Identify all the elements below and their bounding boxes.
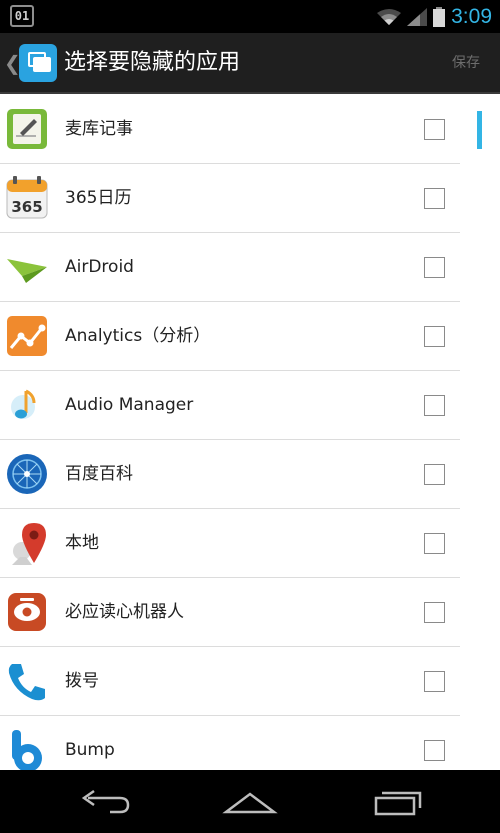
back-arrow-icon[interactable]: [74, 788, 134, 816]
globe-icon: [7, 454, 47, 494]
app-name: 麦库记事: [65, 119, 133, 139]
hide-checkbox[interactable]: [424, 671, 445, 692]
app-name: Audio Manager: [65, 395, 194, 415]
hide-checkbox[interactable]: [424, 740, 445, 761]
map-pin-icon: [12, 523, 46, 565]
home-icon[interactable]: [220, 788, 280, 816]
app-name: Analytics（分析）: [65, 326, 211, 346]
action-bar: ❮ 选择要隐藏的应用 保存: [0, 33, 500, 94]
notification-badge: 01: [10, 5, 34, 27]
hide-checkbox[interactable]: [424, 188, 445, 209]
navigation-bar: [0, 770, 500, 833]
bump-icon: [12, 730, 42, 770]
notes-icon: [7, 109, 47, 149]
wifi-icon: [377, 8, 402, 25]
list-item[interactable]: 百度百科: [0, 440, 460, 509]
signal-icon: [407, 7, 428, 26]
list-item[interactable]: 麦库记事: [0, 95, 460, 164]
save-button[interactable]: 保存: [452, 53, 480, 73]
app-name: 百度百科: [65, 464, 133, 484]
list-item[interactable]: Analytics（分析）: [0, 302, 460, 371]
list-item[interactable]: 拨号: [0, 647, 460, 716]
list-item[interactable]: 365 365日历: [0, 164, 460, 233]
hide-checkbox[interactable]: [424, 602, 445, 623]
app-name: 365日历: [65, 188, 132, 208]
hide-checkbox[interactable]: [424, 395, 445, 416]
copy-icon[interactable]: [19, 44, 57, 82]
app-name: Bump: [65, 740, 115, 760]
phone-icon: [8, 664, 46, 701]
recent-apps-icon[interactable]: [366, 788, 426, 816]
analytics-icon: [7, 316, 47, 356]
list-item[interactable]: Bump: [0, 716, 460, 770]
list-item[interactable]: 必应读心机器人: [0, 578, 460, 647]
status-icons: 3:09: [377, 0, 492, 33]
app-name: 拨号: [65, 671, 99, 691]
list-item[interactable]: Audio Manager: [0, 371, 460, 440]
list-item[interactable]: AirDroid: [0, 233, 460, 302]
app-name: AirDroid: [65, 257, 134, 277]
scrollbar[interactable]: [477, 111, 482, 149]
status-bar: 01 3:09: [0, 0, 500, 33]
hide-checkbox[interactable]: [424, 326, 445, 347]
app-list[interactable]: 麦库记事 365 365日历 AirDroid Analytics（分析） Au…: [0, 95, 500, 770]
robot-icon: [8, 593, 46, 631]
page-title: 选择要隐藏的应用: [64, 50, 241, 75]
hide-checkbox[interactable]: [424, 464, 445, 485]
hide-checkbox[interactable]: [424, 257, 445, 278]
hide-checkbox[interactable]: [424, 119, 445, 140]
calendar-icon: 365: [6, 176, 48, 219]
app-name: 必应读心机器人: [65, 602, 184, 622]
app-name: 本地: [65, 533, 99, 553]
svg-text:365: 365: [11, 198, 42, 216]
music-note-icon: [11, 389, 36, 419]
paper-plane-icon: [7, 259, 47, 283]
list-item[interactable]: 本地: [0, 509, 460, 578]
battery-icon: [433, 6, 446, 27]
clock: 3:09: [451, 4, 492, 28]
hide-checkbox[interactable]: [424, 533, 445, 554]
